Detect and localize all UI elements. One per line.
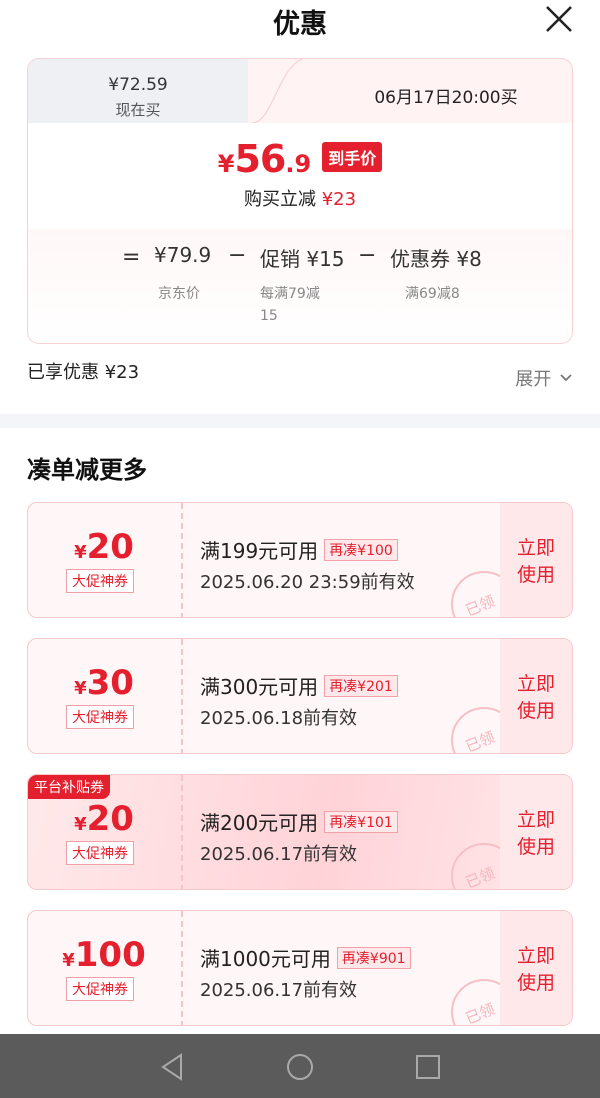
- reduce-amount: ¥23: [321, 189, 357, 210]
- expand-button[interactable]: 展开: [515, 365, 573, 391]
- chevron-down-icon: [560, 374, 572, 382]
- claimed-stamp-text: 已领: [462, 999, 498, 1026]
- reduce-line: 购买立减 ¥23: [28, 185, 572, 211]
- coupon-extra-needed: 再凑¥201: [324, 675, 398, 697]
- final-price-badge: 到手价: [322, 142, 383, 172]
- promo-desc-line-1: 每满79减: [260, 286, 320, 302]
- close-icon[interactable]: [544, 4, 574, 34]
- claimed-stamp-text: 已领: [462, 863, 498, 890]
- coupon-condition: 满300元可用: [200, 675, 319, 699]
- formula-minus-2: −: [358, 243, 377, 268]
- coupon-amount-text: ¥20: [28, 799, 180, 839]
- price-card: ¥72.59 现在买 06月17日20:00买 ¥56.9 到手价 购买立减 ¥…: [27, 58, 573, 344]
- use-now-line-2: 使用: [516, 972, 555, 994]
- promo-amount: 促销 ¥15: [260, 247, 345, 271]
- final-price-yen: ¥: [217, 150, 235, 178]
- formula-equals: =: [122, 245, 141, 270]
- use-now-line-1: 立即: [516, 809, 555, 831]
- coupon-tag: 大促神券: [66, 841, 134, 865]
- coupon-divider: [181, 775, 183, 889]
- tab-slant-divider: [252, 59, 312, 123]
- use-now-label: 立即 使用: [500, 943, 572, 997]
- use-now-line-1: 立即: [516, 537, 555, 559]
- coupon-amount: 20: [86, 527, 134, 567]
- section-title: 凑单减更多: [27, 456, 147, 484]
- tab-now-label: 现在买: [115, 101, 161, 119]
- coupon-yen: ¥: [74, 542, 87, 563]
- use-now-line-2: 使用: [516, 564, 555, 586]
- coupon-condition: 满1000元可用: [200, 947, 331, 971]
- recents-icon[interactable]: [413, 1052, 443, 1082]
- coupon-yen: ¥: [62, 950, 75, 971]
- use-now-label: 立即 使用: [500, 535, 572, 589]
- coupon-divider: [181, 503, 183, 617]
- expand-label: 展开: [515, 369, 552, 390]
- use-now-button[interactable]: 立即 使用: [500, 911, 572, 1025]
- enjoyed-discount: 已享优惠 ¥23: [27, 362, 140, 383]
- coupon-amount-text: ¥100: [28, 935, 180, 975]
- coupon-condition: 满200元可用: [200, 811, 319, 835]
- coupon-card: ¥30 大促神券 满300元可用 再凑¥201 2025.06.18前有效 已领 …: [27, 638, 573, 754]
- final-price: ¥56.9 到手价: [28, 137, 572, 181]
- coupon-tag: 大促神券: [66, 569, 134, 593]
- coupon-amount: 20: [86, 799, 134, 839]
- use-now-line-1: 立即: [516, 945, 555, 967]
- coupon-card: ¥100 大促神券 满1000元可用 再凑¥901 2025.06.17前有效 已…: [27, 910, 573, 1026]
- reduce-label: 购买立减: [243, 189, 316, 210]
- system-navigation-bar: [0, 1034, 600, 1098]
- coupon-condition: 满199元可用: [200, 539, 319, 563]
- coupon-amount-text: ¥30: [28, 663, 180, 703]
- back-icon[interactable]: [157, 1052, 187, 1082]
- use-now-line-2: 使用: [516, 836, 555, 858]
- final-price-int: 56: [234, 137, 286, 181]
- coupon-yen: ¥: [74, 678, 87, 699]
- coupon-extra-needed: 再凑¥100: [324, 539, 398, 561]
- home-icon[interactable]: [285, 1052, 315, 1082]
- jd-price-label: 京东价: [158, 286, 200, 302]
- coupon-tag: 大促神券: [66, 977, 134, 1001]
- use-now-button[interactable]: 立即 使用: [500, 639, 572, 753]
- coupon-extra-needed: 再凑¥901: [336, 947, 411, 969]
- coupon-amount-text: ¥20: [28, 527, 180, 567]
- coupon-value: ¥30 大促神券: [28, 639, 180, 753]
- final-price-dec: .9: [285, 150, 312, 178]
- promo-desc: 每满79减 15: [260, 283, 320, 327]
- coupon-amount: 100: [74, 935, 146, 975]
- claimed-stamp-text: 已领: [462, 727, 498, 754]
- promo-desc-line-2: 15: [260, 308, 278, 324]
- use-now-button[interactable]: 立即 使用: [500, 503, 572, 617]
- coupon-extra-needed: 再凑¥101: [324, 811, 398, 833]
- section-divider: [0, 414, 600, 428]
- use-now-button[interactable]: 立即 使用: [500, 775, 572, 889]
- page-title: 优惠: [273, 9, 327, 40]
- platform-subsidy-badge: 平台补贴券: [28, 775, 110, 799]
- use-now-line-2: 使用: [516, 700, 555, 722]
- use-now-label: 立即 使用: [500, 671, 572, 725]
- price-formula: = ¥79.9 京东价 − 促销 ¥15 每满79减 15 − 优惠券 ¥8 满…: [28, 229, 572, 343]
- coupon-amount: 30: [86, 663, 134, 703]
- coupon-value: ¥20 大促神券: [28, 503, 180, 617]
- header: 优惠: [0, 0, 600, 44]
- coupon-desc: 满69减8: [405, 286, 460, 302]
- coupon-divider: [181, 911, 183, 1025]
- use-now-label: 立即 使用: [500, 807, 572, 861]
- coupon-amount: 优惠券 ¥8: [390, 247, 482, 271]
- coupon-card: ¥20 大促神券 满199元可用 再凑¥100 2025.06.20 23:59前…: [27, 502, 573, 618]
- jd-price: ¥79.9: [154, 243, 212, 267]
- coupon-divider: [181, 639, 183, 753]
- tab-now-price: ¥72.59: [108, 75, 168, 95]
- use-now-line-1: 立即: [516, 673, 555, 695]
- coupon-card: ¥20 大促神券 平台补贴券 满200元可用 再凑¥101 2025.06.17前…: [27, 774, 573, 890]
- tab-later-label: 06月17日20:00买: [374, 88, 518, 108]
- coupon-yen: ¥: [74, 814, 87, 835]
- coupon-value: ¥100 大促神券: [28, 911, 180, 1025]
- coupon-tag: 大促神券: [66, 705, 134, 729]
- claimed-stamp-text: 已领: [462, 591, 498, 618]
- formula-minus-1: −: [228, 243, 247, 268]
